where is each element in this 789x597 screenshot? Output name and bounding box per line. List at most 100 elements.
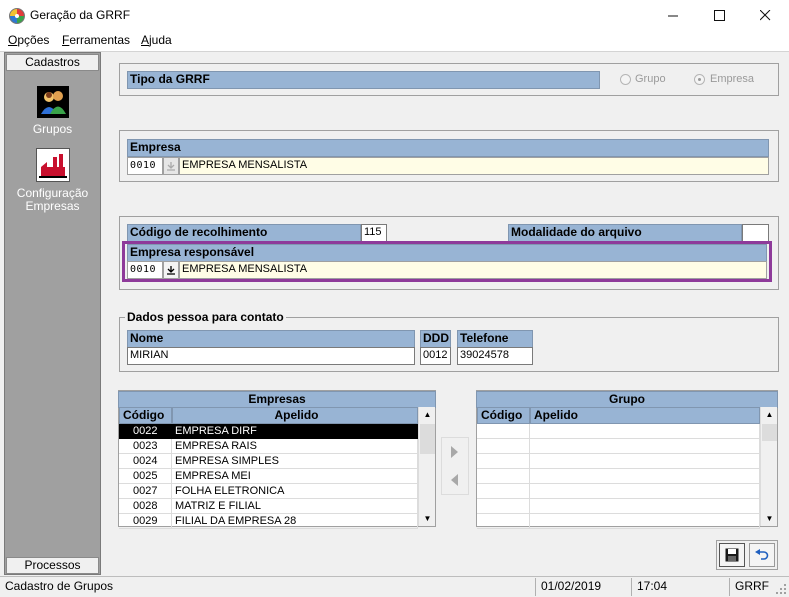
empty-row [477,424,760,439]
close-button[interactable] [742,0,788,31]
empresa-code-field[interactable]: 0010 [127,157,163,175]
contato-group-label: Dados pessoa para contato [125,310,286,324]
tipo-grrf-label: Tipo da GRRF [127,71,600,89]
menu-accel: A [141,33,150,47]
move-right-button[interactable] [443,439,467,464]
empresas-col-apelido[interactable]: Apelido [172,407,418,424]
scroll-down-icon[interactable]: ▼ [419,511,436,526]
empresas-scrollbar[interactable]: ▲ ▼ [418,407,435,526]
arrow-right-icon [451,445,458,458]
cell-codigo: 0028 [119,499,172,514]
menu-label: erramentas [69,33,131,47]
empty-cell [530,514,760,529]
cell-apelido: MATRIZ E FILIAL [172,499,418,514]
cell-apelido: FOLHA ELETRONICA [172,484,418,499]
empty-cell [477,484,530,499]
empty-cell [477,424,530,439]
telefone-label: Telefone [457,330,533,348]
grupo-scrollbar[interactable]: ▲ ▼ [760,407,777,526]
maximize-icon [713,10,725,21]
empty-cell [477,454,530,469]
app-logo-icon [9,8,25,24]
nav-label-line2: Empresas [25,199,80,213]
radio-empresa-label: Empresa [710,73,755,85]
cell-apelido: EMPRESA DIRF [172,424,418,439]
scroll-up-icon[interactable]: ▲ [419,407,436,422]
ddd-field[interactable]: 0012 [420,347,451,365]
cadastros-header-button[interactable]: Cadastros [6,54,99,71]
scroll-down-icon[interactable]: ▼ [761,511,778,526]
menu-accel: O [8,33,18,47]
minimize-button[interactable] [650,0,696,31]
cell-codigo: 0029 [119,514,172,529]
maximize-button[interactable] [696,0,742,31]
move-left-button[interactable] [443,467,467,492]
empresa-responsavel-lookup-button[interactable] [163,261,179,279]
cell-apelido: FILIAL DA EMPRESA 28 [172,514,418,529]
table-row[interactable]: 0024 EMPRESA SIMPLES [119,454,418,469]
close-icon [759,10,770,21]
empresas-col-codigo[interactable]: Código [119,407,172,424]
resize-grip-icon[interactable] [775,583,787,595]
users-group-icon[interactable] [37,86,69,118]
empresa-label: Empresa [127,139,769,157]
table-row[interactable]: 0027 FOLHA ELETRONICA [119,484,418,499]
menu-opcoes[interactable]: Opções [8,33,49,47]
nome-field[interactable]: MIRIAN [127,347,415,365]
status-date: 01/02/2019 [535,578,631,596]
ddd-label: DDD [420,330,451,348]
empty-cell [477,499,530,514]
download-arrow-icon [167,162,175,171]
table-row[interactable]: 0028 MATRIZ E FILIAL [119,499,418,514]
table-row[interactable]: 0023 EMPRESA RAIS [119,439,418,454]
processos-header-button[interactable]: Processos [6,557,99,574]
floppy-disk-icon [725,548,739,562]
empty-row [477,514,760,529]
empty-cell [530,484,760,499]
cell-codigo: 0024 [119,454,172,469]
empty-cell [530,499,760,514]
modalidade-arquivo-field[interactable] [742,224,769,242]
empresa-lookup-button[interactable] [163,157,179,175]
empresa-responsavel-label: Empresa responsável [127,244,767,262]
factory-icon[interactable] [36,148,70,182]
scroll-up-icon[interactable]: ▲ [761,407,778,422]
nav-grupos[interactable]: Grupos [5,123,100,136]
grupo-grid-body [477,424,760,529]
status-time: 17:04 [631,578,729,596]
empresas-grid-body: 0022 EMPRESA DIRF 0023 EMPRESA RAIS 0024 EM… [119,424,418,529]
codigo-recolhimento-field[interactable]: 115 [361,224,387,242]
scroll-thumb[interactable] [420,424,435,454]
codigo-recolhimento-label: Código de recolhimento [127,224,361,242]
empty-row [477,439,760,454]
empty-cell [477,469,530,484]
save-button[interactable] [719,543,745,567]
scroll-thumb[interactable] [762,424,777,441]
empty-cell [530,439,760,454]
empresa-responsavel-code-field[interactable]: 0010 [127,261,163,279]
table-row[interactable]: 0029 FILIAL DA EMPRESA 28 [119,514,418,529]
empty-cell [530,424,760,439]
menu-ferramentas[interactable]: Ferramentas [62,33,130,47]
empresa-name-field: EMPRESA MENSALISTA [179,157,769,175]
telefone-field[interactable]: 39024578 [457,347,533,365]
window-title: Geração da GRRF [30,8,131,22]
menu-label: pções [17,33,50,47]
undo-button[interactable] [749,543,775,567]
modalidade-arquivo-label: Modalidade do arquivo [508,224,742,242]
cell-codigo: 0023 [119,439,172,454]
table-row[interactable]: 0025 EMPRESA MEI [119,469,418,484]
cell-codigo: 0022 [119,424,172,439]
empty-row [477,484,760,499]
empty-row [477,499,760,514]
radio-empresa[interactable] [694,74,705,85]
radio-grupo[interactable] [620,74,631,85]
empty-cell [477,514,530,529]
menu-ajuda[interactable]: Ajuda [141,33,172,47]
status-message: Cadastro de Grupos [5,579,114,593]
grupo-col-codigo[interactable]: Código [477,407,530,424]
nav-configuracao-empresas[interactable]: Configuração Empresas [5,187,100,213]
grupo-col-apelido[interactable]: Apelido [530,407,760,424]
cell-apelido: EMPRESA SIMPLES [172,454,418,469]
table-row[interactable]: 0022 EMPRESA DIRF [119,424,418,439]
